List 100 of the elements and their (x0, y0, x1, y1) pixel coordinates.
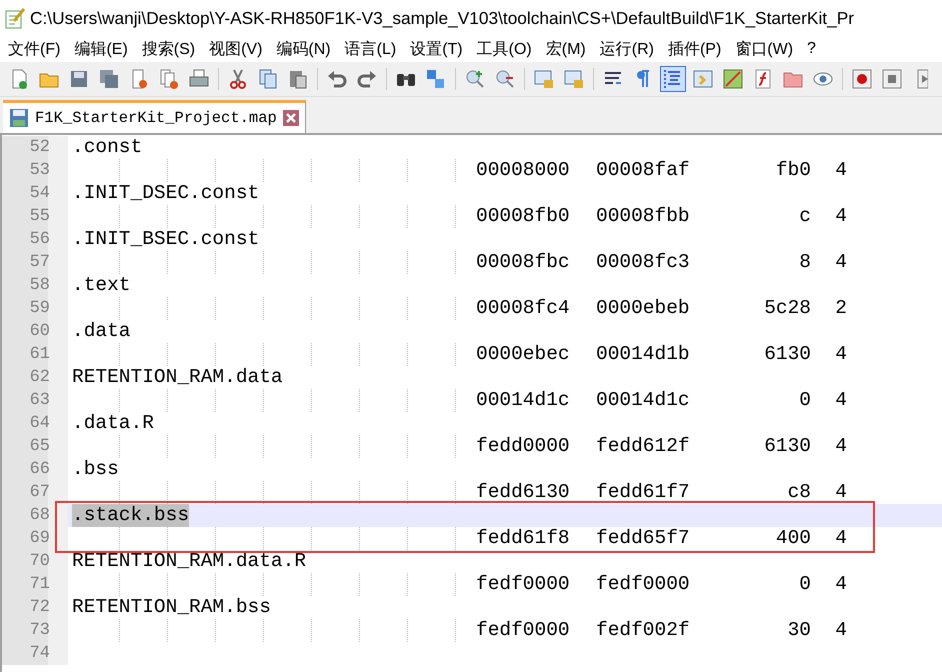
indent-guide (359, 205, 360, 228)
indent-guide (167, 389, 168, 412)
menu-item[interactable]: 搜索(S) (142, 38, 196, 60)
section-name: RETENTION_RAM.bss (72, 596, 271, 619)
start-address: fedd0000 (476, 435, 571, 458)
indent-guide (455, 527, 456, 550)
indent-guide (167, 527, 168, 550)
window-lock-icon (563, 68, 585, 90)
indent-guide (167, 343, 168, 366)
line-number: 58 (2, 274, 68, 297)
menu-item[interactable]: 视图(V) (209, 38, 262, 60)
end-address: 00014d1b (596, 343, 691, 366)
menu-item[interactable]: 运行(R) (600, 38, 654, 60)
section-name: RETENTION_RAM.data (72, 366, 283, 389)
alignment-value: 4 (834, 389, 847, 412)
start-address: 00008fb0 (476, 205, 571, 228)
section-name: .INIT_BSEC.const (72, 228, 260, 251)
indent-guide (359, 435, 360, 458)
line-number: 56 (2, 228, 68, 251)
menu-item[interactable]: ? (807, 40, 816, 58)
line-number: 69 (2, 527, 68, 550)
section-size: fb0 (774, 159, 811, 182)
alignment-value: 4 (834, 481, 847, 504)
file-tab[interactable]: F1K_StarterKit_Project.map (3, 100, 306, 133)
start-address: fedd6130 (476, 481, 571, 504)
indent-guide (119, 159, 120, 182)
menu-item[interactable]: 工具(O) (476, 38, 532, 60)
indent-guide (311, 159, 312, 182)
indent-guide (263, 159, 264, 182)
menu-item[interactable]: 语言(L) (344, 38, 396, 60)
indent-guide (167, 251, 168, 274)
indent-guide (407, 159, 408, 182)
section-name: .data (72, 320, 131, 343)
indent-guide (359, 297, 360, 320)
indent-guide (455, 435, 456, 458)
menu-item[interactable]: 设置(T) (410, 38, 463, 60)
save-icon (68, 68, 90, 90)
alignment-value: 4 (834, 435, 847, 458)
indent-guide (119, 573, 120, 596)
redo-icon (356, 68, 378, 90)
indent-guide (263, 527, 264, 550)
line-number: 70 (2, 550, 68, 573)
window-lock-icon (533, 68, 555, 90)
line-number: 64 (2, 412, 68, 435)
start-address: 00008fbc (476, 251, 571, 274)
line-number: 60 (2, 320, 68, 343)
close-icon[interactable] (282, 110, 299, 126)
indent-guide (407, 619, 408, 642)
indent-guide (311, 619, 312, 642)
indent-guide (215, 205, 216, 228)
indent-guide (311, 251, 312, 274)
line-number: 52 (2, 136, 68, 159)
indent-guide (215, 619, 216, 642)
line-number: 71 (2, 573, 68, 596)
indent-guide (167, 159, 168, 182)
indent-guide (215, 573, 216, 596)
section-name: .data.R (72, 412, 154, 435)
menu-item[interactable]: 宏(M) (546, 38, 586, 60)
section-size: c (798, 205, 811, 228)
indent-guide (455, 251, 456, 274)
indent-guide (407, 389, 408, 412)
indent-guide (263, 343, 264, 366)
indent-guide (455, 343, 456, 366)
start-address: fedd61f8 (476, 527, 571, 550)
record-icon (851, 68, 873, 90)
line-number: 55 (2, 205, 68, 228)
tab-label: F1K_StarterKit_Project.map (35, 109, 277, 127)
close-all-icon (158, 68, 180, 90)
start-address: 00008fc4 (476, 297, 571, 320)
menu-item[interactable]: 窗口(W) (735, 38, 794, 60)
menu-item[interactable]: 编码(N) (276, 38, 331, 60)
indent-guide (359, 527, 360, 550)
line-number: 63 (2, 389, 68, 412)
line-number: 62 (2, 366, 68, 389)
scissors-icon (227, 68, 249, 90)
map-icon (722, 68, 744, 90)
menu-item[interactable]: 文件(F) (8, 38, 60, 60)
indent-guide (263, 619, 264, 642)
end-address: 00008faf (596, 159, 691, 182)
start-address: 00008000 (476, 159, 571, 182)
section-size: 0 (798, 573, 811, 596)
indent-guide (359, 573, 360, 596)
alignment-value: 4 (834, 619, 847, 642)
indent-guide (359, 619, 360, 642)
indent-guide (215, 159, 216, 182)
indent-guide (263, 435, 264, 458)
indent-guide (407, 435, 408, 458)
section-name: .stack.bss (72, 504, 190, 527)
indent-guide (167, 205, 168, 228)
menu-item[interactable]: 编辑(E) (74, 38, 128, 60)
menu-item[interactable]: 插件(P) (668, 38, 722, 60)
window-icon (692, 68, 714, 90)
indent-guide (119, 297, 120, 320)
indent-guide (407, 573, 408, 596)
indent-guide (359, 343, 360, 366)
section-name: RETENTION_RAM.data.R (72, 550, 306, 573)
window-title: C:\Users\wanji\Desktop\Y-ASK-RH850F1K-V3_sample_V103\toolchain\CS+\DefaultBuild\F1K_StarterKit_Pr (30, 8, 854, 28)
alignment-value: 4 (834, 573, 847, 596)
line-number: 74 (2, 642, 68, 665)
paste-icon (287, 68, 309, 90)
